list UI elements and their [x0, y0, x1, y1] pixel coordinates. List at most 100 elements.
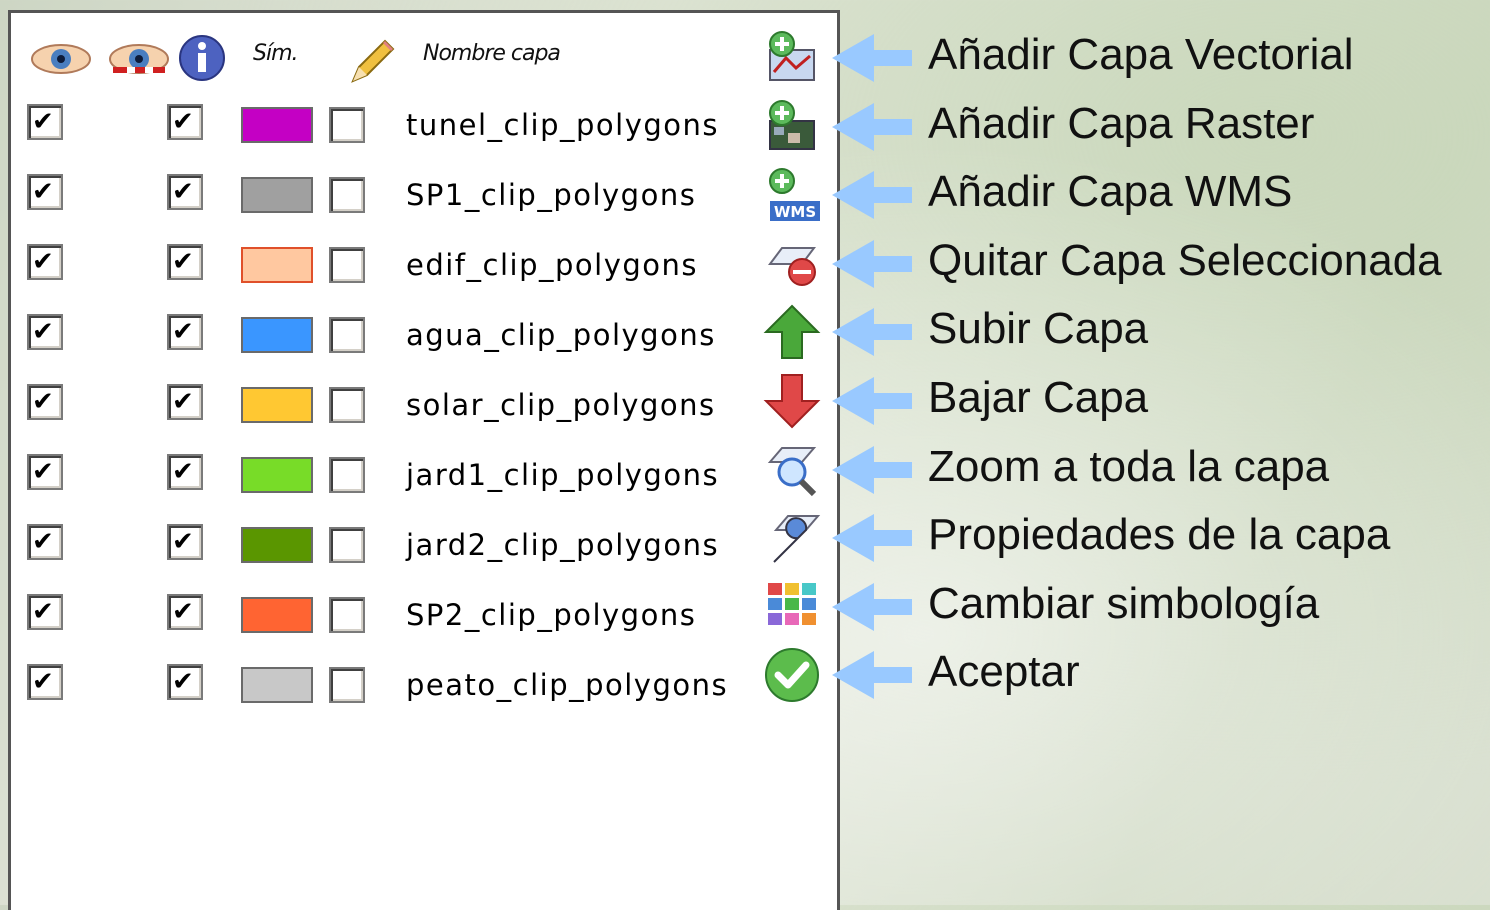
pencil-icon — [351, 39, 395, 83]
check-mark-icon: ✔ — [172, 387, 194, 417]
toolbar-button-label: Aceptar — [928, 647, 1080, 697]
check-mark-icon: ✔ — [172, 177, 194, 207]
layer-active-checkbox[interactable]: ✔ — [167, 384, 203, 420]
check-mark-icon: ✔ — [32, 107, 54, 137]
layer-name[interactable]: jard2_clip_polygons — [406, 528, 719, 562]
layer-active-checkbox[interactable]: ✔ — [167, 594, 203, 630]
check-mark-icon: ✔ — [32, 457, 54, 487]
pointer-arrow-icon — [832, 239, 912, 288]
layer-edit-checkbox[interactable] — [329, 597, 365, 633]
layer-active-checkbox[interactable]: ✔ — [167, 524, 203, 560]
toolbar-button-label: Subir Capa — [928, 304, 1149, 354]
check-mark-icon: ✔ — [172, 527, 194, 557]
info-icon — [179, 35, 225, 81]
check-mark-icon: ✔ — [32, 317, 54, 347]
toolbar-button-label: Cambiar simbología — [928, 578, 1320, 628]
toolbar-button-label: Añadir Capa Vectorial — [928, 30, 1354, 79]
layer-name[interactable]: jard1_clip_polygons — [406, 458, 719, 492]
check-mark-icon: ✔ — [32, 597, 54, 627]
layer-name[interactable]: edif_clip_polygons — [406, 248, 698, 282]
add-vector-layer-icon[interactable] — [762, 28, 822, 88]
layer-row[interactable]: ✔ ✔ jard1_clip_polygons — [11, 449, 837, 499]
pointer-arrow-icon — [832, 582, 912, 631]
layer-visible-checkbox[interactable]: ✔ — [27, 174, 63, 210]
layer-visible-checkbox[interactable]: ✔ — [27, 454, 63, 490]
layer-symbol-swatch[interactable] — [241, 177, 313, 213]
layer-visible-checkbox[interactable]: ✔ — [27, 314, 63, 350]
eye-hidden-icon — [109, 44, 169, 74]
layer-name[interactable]: SP1_clip_polygons — [406, 178, 696, 212]
layer-name[interactable]: peato_clip_polygons — [406, 668, 728, 702]
layer-edit-checkbox[interactable] — [329, 317, 365, 353]
layer-symbol-swatch[interactable] — [241, 527, 313, 563]
pointer-arrow-icon — [832, 308, 912, 357]
check-mark-icon: ✔ — [172, 247, 194, 277]
layer-row[interactable]: ✔ ✔ tunel_clip_polygons — [11, 99, 837, 149]
arrow-up-icon[interactable] — [762, 302, 822, 362]
add-raster-layer-icon[interactable] — [762, 97, 822, 157]
toolbar-button-label: Bajar Capa — [928, 373, 1149, 422]
layer-symbol-swatch[interactable] — [241, 247, 313, 283]
layer-name[interactable]: tunel_clip_polygons — [406, 108, 719, 142]
symbology-icon[interactable] — [762, 577, 822, 637]
layer-active-checkbox[interactable]: ✔ — [167, 314, 203, 350]
layer-symbol-swatch[interactable] — [241, 667, 313, 703]
remove-layer-icon[interactable] — [762, 234, 822, 294]
add-wms-layer-icon[interactable]: WMS — [762, 165, 822, 225]
layer-row[interactable]: ✔ ✔ SP1_clip_polygons — [11, 169, 837, 219]
layer-symbol-swatch[interactable] — [241, 457, 313, 493]
accept-icon[interactable] — [762, 645, 822, 705]
layer-name[interactable]: SP2_clip_polygons — [406, 598, 696, 632]
check-mark-icon: ✔ — [32, 247, 54, 277]
layer-name[interactable]: agua_clip_polygons — [406, 318, 716, 352]
layer-edit-checkbox[interactable] — [329, 527, 365, 563]
pointer-arrow-icon — [832, 514, 912, 563]
eye-icon — [31, 44, 91, 74]
layer-edit-checkbox[interactable] — [329, 247, 365, 283]
check-mark-icon: ✔ — [172, 317, 194, 347]
layer-edit-checkbox[interactable] — [329, 177, 365, 213]
layer-visible-checkbox[interactable]: ✔ — [27, 244, 63, 280]
layer-active-checkbox[interactable]: ✔ — [167, 664, 203, 700]
layer-list-header: Sím. Nombre capa — [11, 35, 837, 91]
layer-symbol-swatch[interactable] — [241, 597, 313, 633]
pointer-arrow-icon — [832, 34, 912, 82]
layer-visible-checkbox[interactable]: ✔ — [27, 384, 63, 420]
pointer-arrow-icon — [832, 171, 912, 220]
check-mark-icon: ✔ — [172, 597, 194, 627]
layer-row[interactable]: ✔ ✔ peato_clip_polygons — [11, 659, 837, 709]
layer-active-checkbox[interactable]: ✔ — [167, 244, 203, 280]
layer-visible-checkbox[interactable]: ✔ — [27, 524, 63, 560]
layer-symbol-swatch[interactable] — [241, 107, 313, 143]
layer-row[interactable]: ✔ ✔ edif_clip_polygons — [11, 239, 837, 289]
toolbar-button-label: Zoom a toda la capa — [928, 441, 1330, 491]
layer-symbol-swatch[interactable] — [241, 317, 313, 353]
layer-edit-checkbox[interactable] — [329, 387, 365, 423]
svg-text:WMS: WMS — [774, 203, 816, 221]
zoom-layer-icon[interactable] — [762, 440, 822, 500]
layer-visible-checkbox[interactable]: ✔ — [27, 104, 63, 140]
arrow-down-icon[interactable] — [762, 371, 822, 431]
layer-row[interactable]: ✔ ✔ SP2_clip_polygons — [11, 589, 837, 639]
layer-edit-checkbox[interactable] — [329, 457, 365, 493]
layer-active-checkbox[interactable]: ✔ — [167, 174, 203, 210]
toolbar-button-label: Añadir Capa Raster — [928, 98, 1315, 148]
layer-row[interactable]: ✔ ✔ jard2_clip_polygons — [11, 519, 837, 569]
layer-list-panel: Sím. Nombre capa ✔ ✔ tunel_clip_polygons ✔ ✔… — [8, 10, 840, 910]
check-mark-icon: ✔ — [32, 387, 54, 417]
symbol-column-header: Sím. — [253, 41, 299, 66]
check-mark-icon: ✔ — [32, 177, 54, 207]
layer-symbol-swatch[interactable] — [241, 387, 313, 423]
layer-visible-checkbox[interactable]: ✔ — [27, 594, 63, 630]
layer-visible-checkbox[interactable]: ✔ — [27, 664, 63, 700]
layer-row[interactable]: ✔ ✔ solar_clip_polygons — [11, 379, 837, 429]
layer-properties-icon[interactable] — [762, 508, 822, 568]
layer-active-checkbox[interactable]: ✔ — [167, 454, 203, 490]
layer-edit-checkbox[interactable] — [329, 667, 365, 703]
pointer-arrow-icon — [832, 651, 912, 700]
check-mark-icon: ✔ — [172, 667, 194, 697]
layer-name[interactable]: solar_clip_polygons — [406, 388, 716, 422]
layer-row[interactable]: ✔ ✔ agua_clip_polygons — [11, 309, 837, 359]
layer-edit-checkbox[interactable] — [329, 107, 365, 143]
layer-active-checkbox[interactable]: ✔ — [167, 104, 203, 140]
